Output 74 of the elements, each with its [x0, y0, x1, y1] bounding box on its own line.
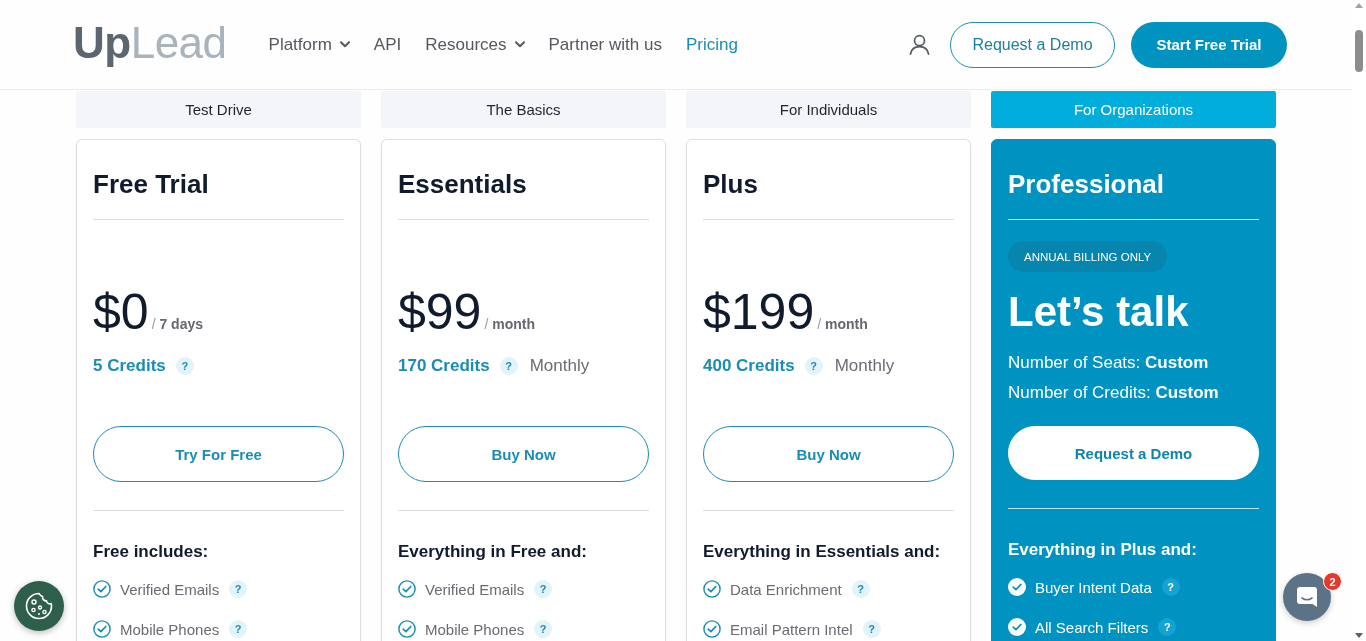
feature-label: Data Enrichment [730, 580, 842, 598]
help-icon[interactable]: ? [1158, 618, 1177, 636]
features-heading: Everything in Essentials and: [703, 541, 942, 563]
plan-name: Professional [1008, 168, 1166, 201]
plan-button[interactable]: Buy Now [398, 426, 649, 482]
nav-link[interactable]: Pricing [685, 34, 738, 55]
plan-detail: Number of Credits: Custom [1008, 382, 1219, 404]
plan-button[interactable]: Buy Now [703, 426, 954, 482]
help-icon[interactable]: ? [1161, 578, 1180, 596]
demo-button[interactable]: Request a Demo [950, 21, 1115, 68]
billing-period: Monthly [529, 356, 590, 376]
feature-label: Verified Emails [120, 580, 220, 598]
nav-link[interactable]: Platform [268, 34, 350, 55]
tier-label: For Organizations [991, 91, 1276, 128]
price: $99 [398, 284, 482, 340]
features-heading: Everything in Free and: [398, 541, 588, 563]
credits-amount: 5 Credits [93, 356, 166, 376]
notification-badge: 2 [1323, 572, 1342, 591]
credits-amount: 400 Credits [703, 356, 795, 376]
plan-name: Essentials [398, 168, 528, 201]
feature-label: Email Pattern Intel [730, 620, 853, 638]
billing-badge: ANNUAL BILLING ONLY [1008, 241, 1168, 272]
price: $0 [93, 284, 149, 340]
billing-period: Monthly [834, 356, 895, 376]
plan-name: Plus [703, 168, 759, 201]
help-icon[interactable]: ? [862, 620, 881, 638]
tier-label: For Individuals [686, 91, 971, 128]
price-period: / 7 days [151, 316, 203, 332]
check-circle-icon [1008, 618, 1026, 636]
tier-label: Test Drive [76, 91, 361, 128]
features-heading: Everything in Plus and: [1008, 539, 1198, 561]
chat-button[interactable] [1283, 573, 1331, 621]
price-period: / month [817, 316, 868, 332]
plan-detail: Number of Seats: Custom [1008, 352, 1210, 374]
start-trial-button[interactable]: Start Free Trial [1131, 21, 1287, 68]
price: $199 [703, 284, 815, 340]
help-icon[interactable]: ? [175, 357, 194, 375]
check-circle-icon [703, 580, 721, 598]
check-circle-icon [398, 580, 416, 598]
feature-label: Verified Emails [425, 580, 525, 598]
price: Let’s talk [1008, 287, 1189, 337]
price-period: / month [484, 316, 535, 332]
help-icon[interactable]: ? [229, 620, 248, 638]
help-icon[interactable]: ? [534, 620, 553, 638]
nav-link[interactable]: API [373, 34, 402, 55]
check-circle-icon [93, 580, 111, 598]
plan-button[interactable]: Request a Demo [1008, 426, 1259, 480]
feature-label: Mobile Phones [120, 620, 220, 638]
chat-icon [1296, 586, 1318, 608]
feature-label: Mobile Phones [425, 620, 525, 638]
help-icon[interactable]: ? [804, 357, 823, 375]
nav-link[interactable]: Resources [425, 34, 525, 55]
cookie-icon [24, 591, 54, 621]
check-circle-icon [93, 620, 111, 638]
help-icon[interactable]: ? [499, 357, 518, 375]
plan-name: Free Trial [93, 168, 210, 201]
feature-label: All Search Filters [1035, 618, 1149, 636]
check-circle-icon [703, 620, 721, 638]
plan-button[interactable]: Try For Free [93, 426, 344, 482]
feature-label: Buyer Intent Data [1035, 578, 1152, 596]
nav-link[interactable]: Partner with us [548, 34, 662, 55]
check-circle-icon [1008, 578, 1026, 596]
check-circle-icon [398, 620, 416, 638]
cookie-settings-button[interactable] [14, 581, 64, 631]
help-icon[interactable]: ? [534, 580, 553, 598]
features-heading: Free includes: [93, 541, 210, 563]
scroll-down-icon[interactable] [1355, 633, 1363, 638]
help-icon[interactable]: ? [229, 580, 248, 598]
credits-amount: 170 Credits [398, 356, 490, 376]
help-icon[interactable]: ? [851, 580, 870, 598]
logo[interactable]: UpLead [73, 17, 227, 68]
scrollbar-thumb[interactable] [1355, 30, 1363, 72]
user-icon[interactable] [909, 34, 930, 55]
tier-label: The Basics [381, 91, 666, 128]
